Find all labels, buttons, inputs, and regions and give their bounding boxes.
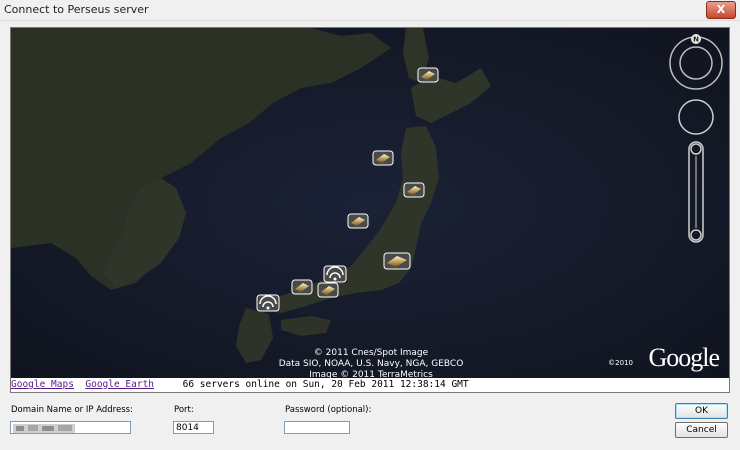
map-credits: © 2011 Cnes/Spot Image Data SIO, NOAA, U… <box>251 348 491 379</box>
server-marker-hiroshima-wifi[interactable] <box>256 294 280 312</box>
port-input[interactable]: 8014 <box>173 421 214 434</box>
credit-line: © 2011 Cnes/Spot Image <box>313 348 429 358</box>
satellite-map[interactable]: N <box>11 28 729 379</box>
compass-north-label: N <box>693 36 699 44</box>
server-marker-tohoku-2[interactable] <box>403 182 425 198</box>
cancel-button[interactable]: Cancel <box>675 422 728 438</box>
server-marker-tokyo[interactable] <box>383 252 411 270</box>
password-input[interactable] <box>284 421 350 434</box>
window-title: Connect to Perseus server <box>4 3 149 16</box>
server-marker-osaka[interactable] <box>291 279 313 295</box>
credit-line: Data SIO, NOAA, U.S. Navy, NGA, GEBCO <box>278 359 464 369</box>
google-earth-link[interactable]: Google Earth <box>85 379 154 390</box>
title-bar: Connect to Perseus server X <box>0 0 740 21</box>
redacted-text <box>13 424 75 433</box>
domain-label: Domain Name or IP Address: <box>11 405 133 415</box>
logo-year: ©2010 <box>608 359 633 367</box>
google-logo: Google <box>648 343 720 372</box>
ok-button[interactable]: OK <box>675 403 728 419</box>
map-view[interactable]: N © 2011 Cnes/Spot Image Data SIO, NOAA,… <box>10 27 730 380</box>
server-status: 66 servers online on Sun, 20 Feb 2011 12… <box>182 379 469 390</box>
server-marker-nagoya-wifi[interactable] <box>323 265 347 283</box>
port-label: Port: <box>174 405 194 415</box>
server-marker-hokkaido[interactable] <box>417 67 439 83</box>
link-bar: Google Maps Google Earth 66 servers onli… <box>10 378 730 393</box>
google-maps-link[interactable]: Google Maps <box>11 379 74 390</box>
server-marker-niigata[interactable] <box>347 213 369 229</box>
close-button[interactable]: X <box>706 1 736 19</box>
password-label: Password (optional): <box>285 405 372 415</box>
domain-input[interactable] <box>10 421 131 434</box>
server-marker-tohoku-1[interactable] <box>372 150 394 166</box>
server-marker-kyoto[interactable] <box>317 282 339 298</box>
